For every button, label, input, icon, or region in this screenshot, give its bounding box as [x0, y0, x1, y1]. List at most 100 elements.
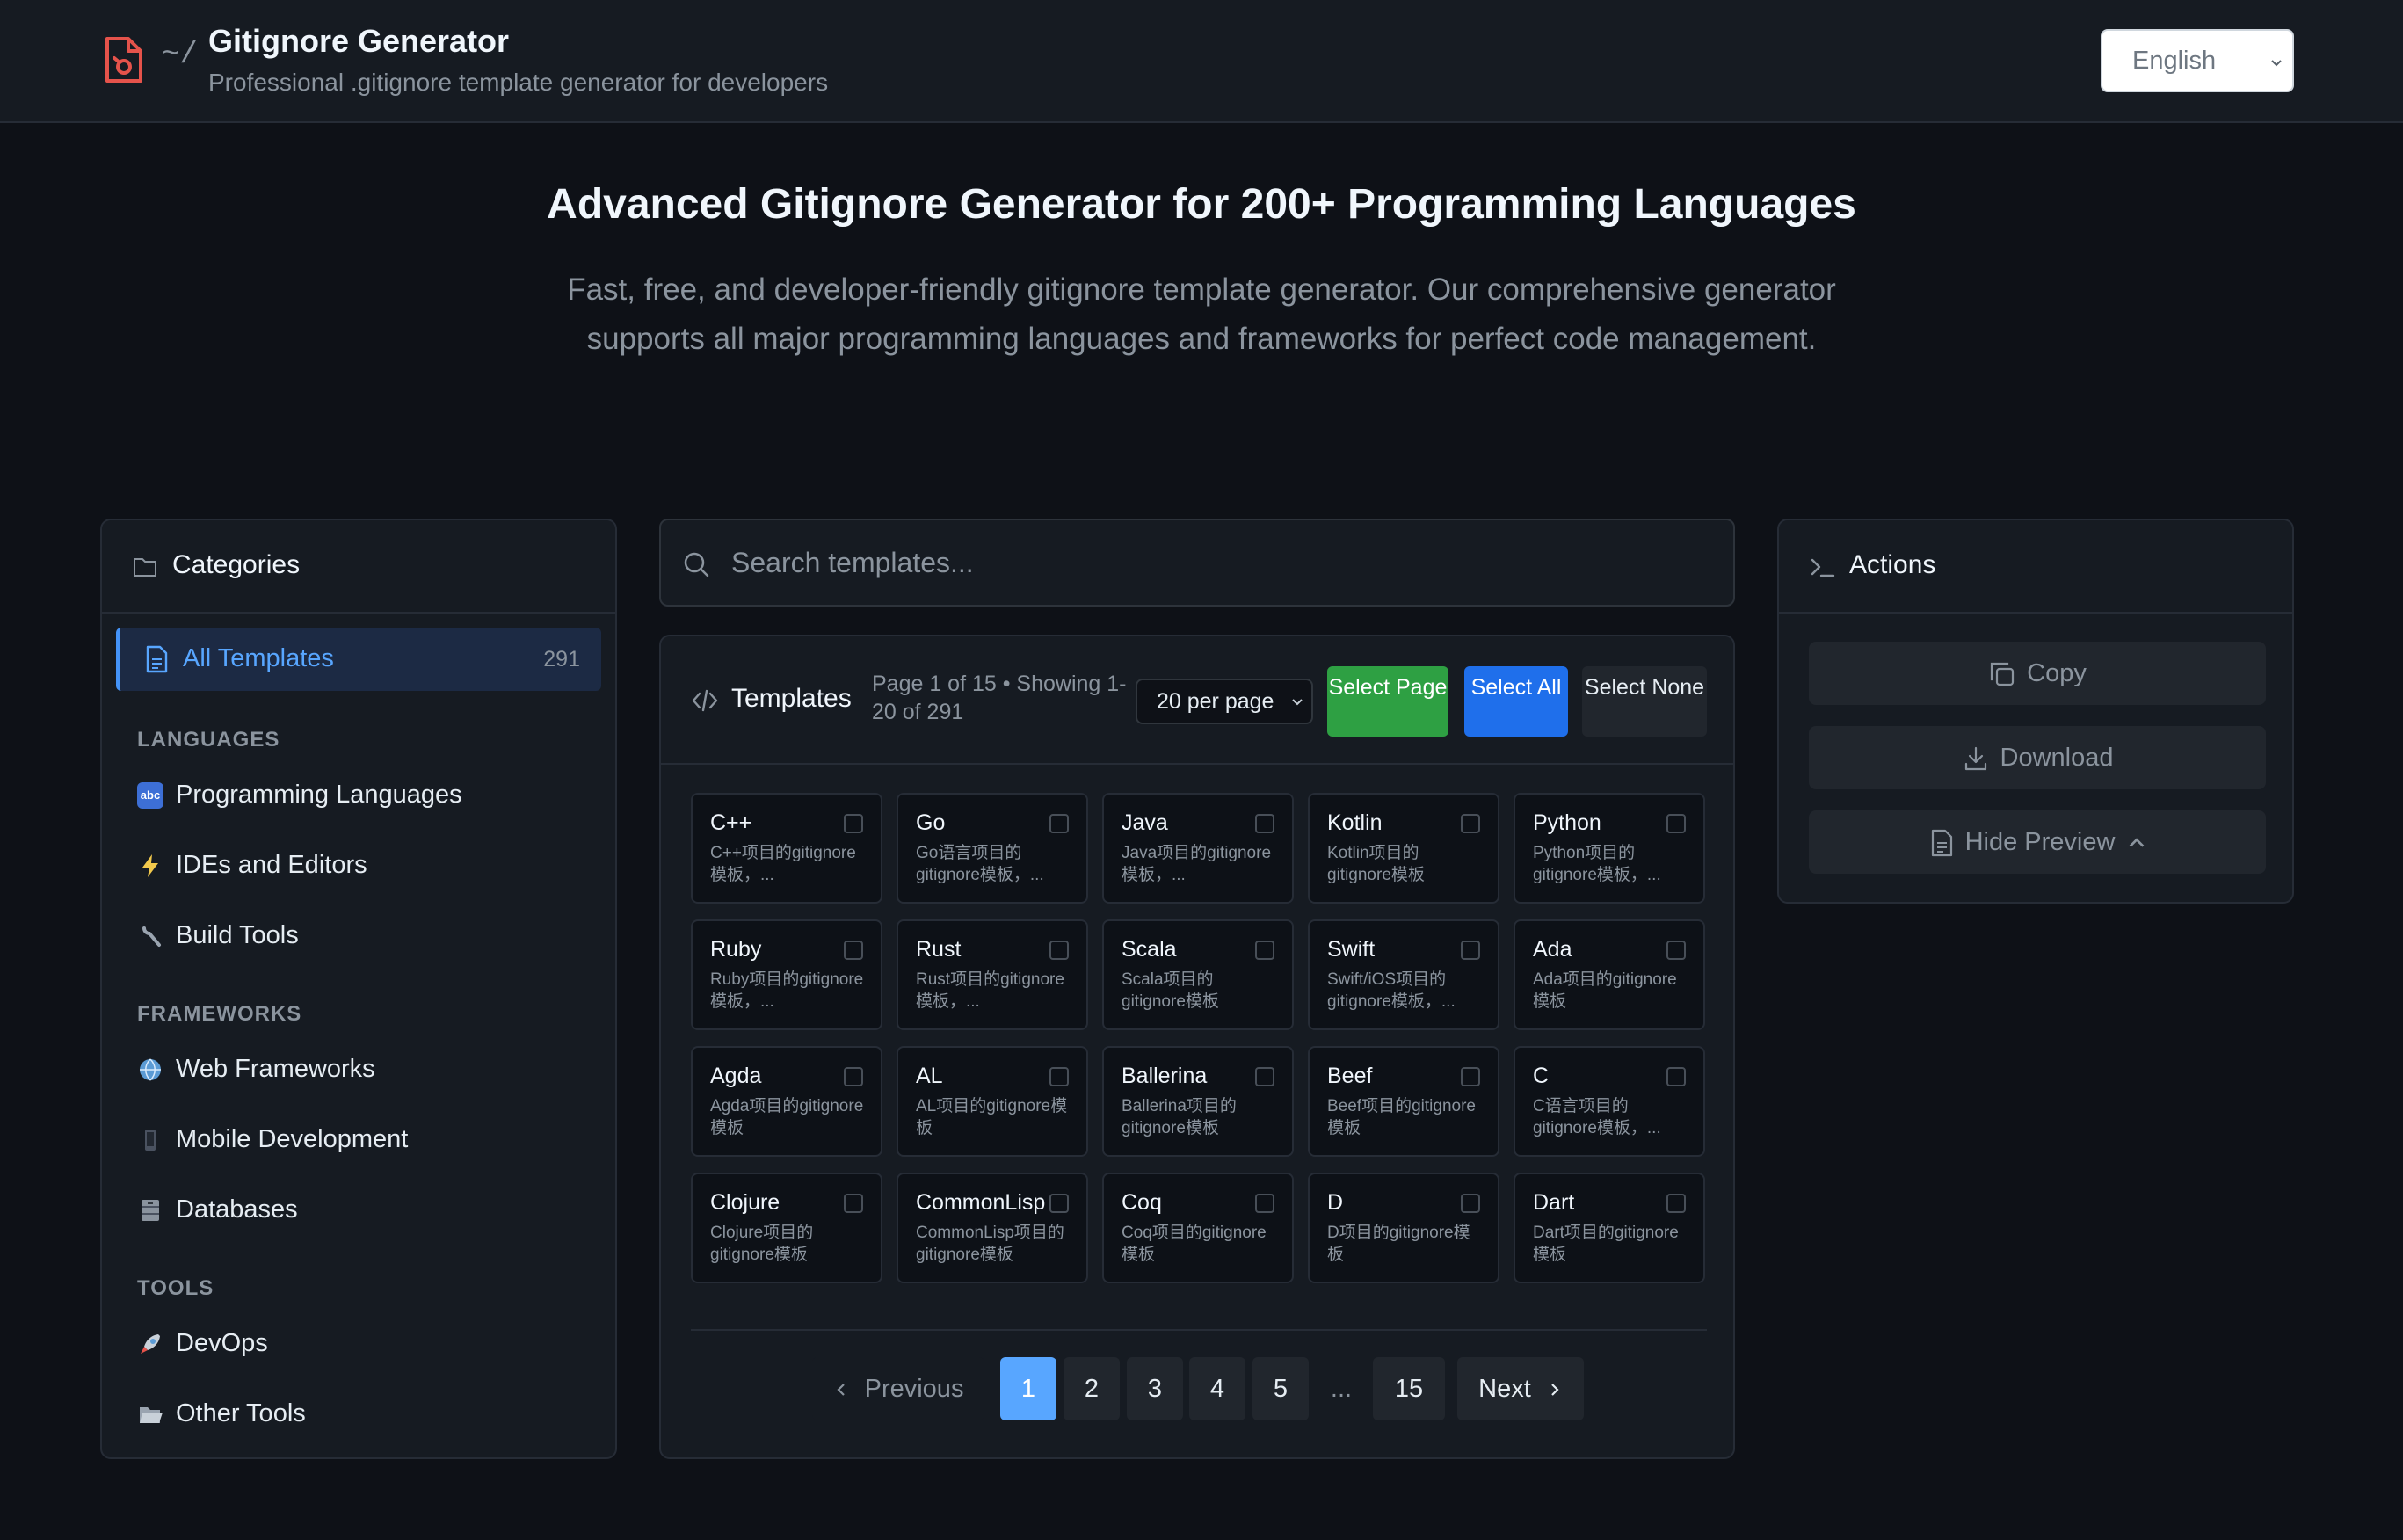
- template-card[interactable]: AL AL项目的gitignore模板: [897, 1046, 1088, 1157]
- hide-preview-button[interactable]: Hide Preview: [1809, 810, 2266, 874]
- category-all-count: 291: [543, 647, 580, 672]
- template-checkbox[interactable]: [844, 941, 863, 960]
- template-checkbox[interactable]: [1255, 941, 1274, 960]
- template-card[interactable]: Ada Ada项目的gitignore模板: [1514, 919, 1705, 1030]
- category-label: Databases: [176, 1195, 298, 1224]
- path-prefix: ~/: [162, 39, 198, 72]
- template-card[interactable]: Coq Coq项目的gitignore模板: [1102, 1173, 1294, 1283]
- template-checkbox[interactable]: [1049, 814, 1069, 833]
- template-card[interactable]: D D项目的gitignore模板: [1308, 1173, 1499, 1283]
- template-name: Scala: [1122, 937, 1177, 962]
- template-card[interactable]: Python Python项目的gitignore模板，...: [1514, 793, 1705, 904]
- actions-header: Actions: [1779, 520, 2292, 614]
- template-checkbox[interactable]: [1461, 814, 1480, 833]
- template-checkbox[interactable]: [844, 1067, 863, 1086]
- terminal-icon: [1811, 558, 1835, 578]
- phone-icon: [145, 1130, 156, 1151]
- file-cabinet-icon: [142, 1200, 159, 1221]
- hide-preview-label: Hide Preview: [1964, 828, 2116, 856]
- section-label-tools: TOOLS: [137, 1276, 214, 1300]
- language-select[interactable]: English: [2101, 29, 2294, 92]
- template-checkbox[interactable]: [1666, 814, 1686, 833]
- template-checkbox[interactable]: [844, 1194, 863, 1213]
- search-placeholder: Search templates...: [731, 547, 974, 578]
- template-card[interactable]: Scala Scala项目的gitignore模板: [1102, 919, 1294, 1030]
- template-checkbox[interactable]: [844, 814, 863, 833]
- template-card[interactable]: Agda Agda项目的gitignore模板: [691, 1046, 882, 1157]
- select-page-button[interactable]: Select Page: [1327, 666, 1448, 737]
- template-checkbox[interactable]: [1461, 941, 1480, 960]
- template-card[interactable]: Swift Swift/iOS项目的gitignore模板，...: [1308, 919, 1499, 1030]
- copy-label: Copy: [2027, 659, 2087, 687]
- category-build-tools[interactable]: Build Tools: [137, 918, 594, 962]
- template-checkbox[interactable]: [1255, 1067, 1274, 1086]
- previous-page-button[interactable]: Previous: [812, 1357, 984, 1420]
- categories-panel: Categories All Templates 291 LANGUAGES a…: [100, 519, 617, 1459]
- top-bar: ~/ Gitignore Generator Professional .git…: [0, 0, 2403, 123]
- per-page-select[interactable]: 20 per page: [1136, 679, 1313, 724]
- select-none-button[interactable]: Select None: [1582, 666, 1707, 737]
- document-icon: [146, 645, 168, 673]
- chevron-down-icon: [2271, 60, 2282, 67]
- search-input[interactable]: Search templates...: [659, 519, 1735, 607]
- category-label: Build Tools: [176, 921, 299, 949]
- template-name: C++: [710, 810, 752, 835]
- category-all-templates[interactable]: All Templates 291: [116, 628, 601, 691]
- template-description: Scala项目的gitignore模板: [1122, 970, 1219, 1011]
- template-checkbox[interactable]: [1255, 814, 1274, 833]
- page-button-2[interactable]: 2: [1064, 1357, 1120, 1420]
- next-page-button[interactable]: Next: [1457, 1357, 1584, 1420]
- template-card[interactable]: Java Java项目的gitignore模板，...: [1102, 793, 1294, 904]
- globe-icon: [140, 1058, 161, 1081]
- template-card[interactable]: CommonLisp CommonLisp项目的gitignore模板: [897, 1173, 1088, 1283]
- template-checkbox[interactable]: [1255, 1194, 1274, 1213]
- download-button[interactable]: Download: [1809, 726, 2266, 789]
- chevron-left-icon: [836, 1384, 845, 1397]
- category-programming-languages[interactable]: abc Programming Languages: [137, 777, 594, 821]
- rocket-icon: [141, 1334, 160, 1354]
- template-name: Java: [1122, 810, 1168, 835]
- template-card[interactable]: Ruby Ruby项目的gitignore模板，...: [691, 919, 882, 1030]
- category-databases[interactable]: Databases: [137, 1192, 594, 1236]
- template-card[interactable]: Ballerina Ballerina项目的gitignore模板: [1102, 1046, 1294, 1157]
- template-card[interactable]: Beef Beef项目的gitignore模板: [1308, 1046, 1499, 1157]
- template-description: Dart项目的gitignore模板: [1533, 1224, 1679, 1264]
- template-card[interactable]: Clojure Clojure项目的gitignore模板: [691, 1173, 882, 1283]
- template-card[interactable]: Dart Dart项目的gitignore模板: [1514, 1173, 1705, 1283]
- template-checkbox[interactable]: [1049, 1067, 1069, 1086]
- category-other-tools[interactable]: Other Tools: [137, 1396, 594, 1440]
- template-description: Python项目的gitignore模板，...: [1533, 844, 1661, 884]
- category-label: Web Frameworks: [176, 1055, 375, 1083]
- page-button-3[interactable]: 3: [1127, 1357, 1183, 1420]
- copy-button[interactable]: Copy: [1809, 642, 2266, 705]
- template-checkbox[interactable]: [1666, 1194, 1686, 1213]
- category-web-frameworks[interactable]: Web Frameworks: [137, 1051, 594, 1095]
- category-label: Mobile Development: [176, 1125, 409, 1153]
- page-button-15[interactable]: 15: [1373, 1357, 1445, 1420]
- template-card[interactable]: Go Go语言项目的gitignore模板，...: [897, 793, 1088, 904]
- template-checkbox[interactable]: [1666, 1067, 1686, 1086]
- page-button-5[interactable]: 5: [1252, 1357, 1309, 1420]
- template-card[interactable]: C++ C++项目的gitignore模板，...: [691, 793, 882, 904]
- template-checkbox[interactable]: [1461, 1067, 1480, 1086]
- template-checkbox[interactable]: [1461, 1194, 1480, 1213]
- download-icon: [1964, 747, 1986, 771]
- template-description: C语言项目的gitignore模板，...: [1533, 1097, 1661, 1137]
- template-description: Rust项目的gitignore模板，...: [916, 970, 1064, 1011]
- category-ides-editors[interactable]: IDEs and Editors: [137, 847, 594, 891]
- section-label-languages: LANGUAGES: [137, 728, 280, 752]
- template-card[interactable]: Rust Rust项目的gitignore模板，...: [897, 919, 1088, 1030]
- category-devops[interactable]: DevOps: [137, 1326, 594, 1369]
- page-button-1[interactable]: 1: [1000, 1357, 1056, 1420]
- template-card[interactable]: Kotlin Kotlin项目的gitignore模板: [1308, 793, 1499, 904]
- template-checkbox[interactable]: [1049, 941, 1069, 960]
- template-card[interactable]: C C语言项目的gitignore模板，...: [1514, 1046, 1705, 1157]
- category-mobile-development[interactable]: Mobile Development: [137, 1122, 594, 1166]
- file-logo-icon: [105, 37, 142, 83]
- select-all-button[interactable]: Select All: [1464, 666, 1568, 737]
- categories-header: Categories: [102, 520, 615, 614]
- page-button-4[interactable]: 4: [1189, 1357, 1245, 1420]
- template-checkbox[interactable]: [1049, 1194, 1069, 1213]
- template-checkbox[interactable]: [1666, 941, 1686, 960]
- template-name: Swift: [1327, 937, 1376, 962]
